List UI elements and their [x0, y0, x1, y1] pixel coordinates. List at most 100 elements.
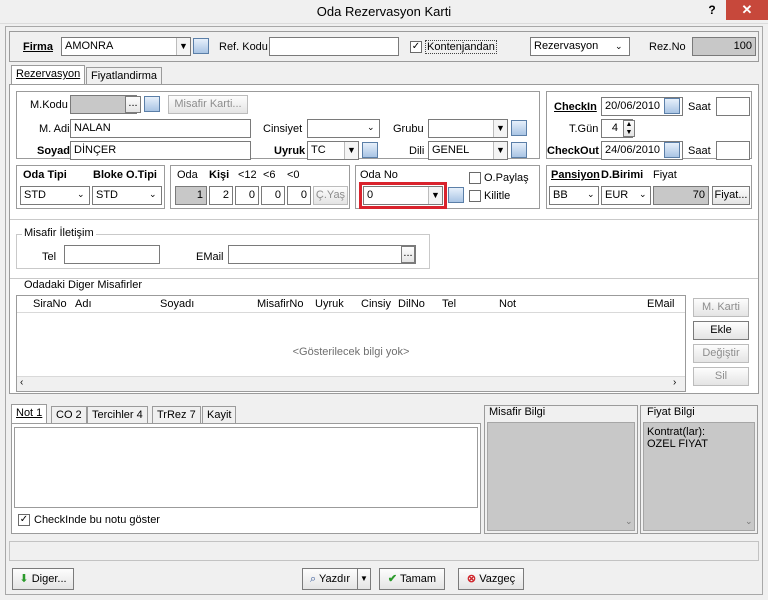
tab-kayit-label: Kayit: [207, 409, 232, 421]
oda-no-dropdown-icon[interactable]: ▼: [428, 187, 442, 204]
col-dilno[interactable]: DilNo: [398, 296, 425, 312]
note-textarea[interactable]: [14, 427, 478, 508]
col-tel[interactable]: Tel: [442, 296, 456, 312]
col-cinsiyet[interactable]: Cinsiy: [361, 296, 391, 312]
print-preview-icon: ⌕: [309, 573, 317, 585]
mkodu-ellipsis-button[interactable]: ...: [125, 96, 141, 113]
title-bar: Oda Rezervasyon Karti ? ✕: [0, 0, 768, 24]
email-ellipsis-button[interactable]: ...: [401, 246, 415, 263]
oda-no-lookup-icon[interactable]: [448, 187, 464, 203]
col-sirano[interactable]: SiraNo: [33, 296, 67, 312]
madi-label: M. Adi: [39, 123, 70, 135]
status-bar: [9, 541, 759, 561]
grubu-dropdown-icon[interactable]: ▼: [493, 120, 507, 137]
diger-button[interactable]: ⬇ Diger...: [12, 568, 74, 590]
ekle-button[interactable]: Ekle: [693, 321, 749, 340]
firma-field[interactable]: AMONRA: [61, 37, 191, 56]
vazgec-button[interactable]: ⊗ Vazgeç: [458, 568, 524, 590]
fiyat-button[interactable]: Fiyat...: [712, 186, 750, 205]
firma-dropdown-icon[interactable]: ▼: [176, 38, 190, 55]
close-button[interactable]: ✕: [726, 0, 768, 20]
contact-section-label: Misafir İletişim: [22, 227, 96, 239]
checkout-calendar-icon[interactable]: [664, 142, 680, 158]
misafir-karti-button[interactable]: Misafir Karti...: [168, 95, 248, 114]
oda-tipi-label: Oda Tipi: [23, 169, 67, 181]
oda-label: Oda: [177, 169, 198, 181]
help-button[interactable]: ?: [700, 0, 724, 22]
mkodu-lookup-icon[interactable]: [144, 96, 160, 112]
type-value: Rezervasyon: [534, 40, 599, 52]
tab-co[interactable]: CO 2: [51, 406, 87, 424]
col-uyruk[interactable]: Uyruk: [315, 296, 344, 312]
rez-no-field: 100: [692, 37, 756, 56]
col-email[interactable]: EMail: [647, 296, 675, 312]
yazdir-dropdown-icon[interactable]: ▼: [357, 568, 371, 590]
sil-button[interactable]: Sil: [693, 367, 749, 386]
dili-dropdown-icon[interactable]: ▼: [493, 142, 507, 159]
tab-co-label: CO 2: [56, 409, 82, 421]
misafir-bilgi-scroll-icon[interactable]: ⌄: [625, 516, 633, 527]
divider: [10, 219, 758, 220]
scroll-right-icon[interactable]: ›: [673, 377, 676, 388]
col-soyadi[interactable]: Soyadı: [160, 296, 194, 312]
saat2-input[interactable]: [716, 141, 750, 160]
tab-trrez[interactable]: TrRez 7: [152, 406, 201, 424]
kilitle-checkbox[interactable]: [469, 190, 481, 202]
yazdir-button[interactable]: ⌕ Yazdır: [302, 568, 358, 590]
saat2-label: Saat: [688, 145, 711, 157]
degistir-button[interactable]: Değiştir: [693, 344, 749, 363]
tgun-label: T.Gün: [569, 123, 599, 135]
checkin-calendar-icon[interactable]: [664, 98, 680, 114]
lt0-label: <0: [287, 169, 300, 181]
fiyat-bilgi-box: Kontrat(lar): OZEL FIYAT: [643, 422, 755, 531]
fiyat-bilgi-scroll-icon[interactable]: ⌄: [745, 516, 753, 527]
tgun-spinner-icon[interactable]: ▲ ▼: [623, 120, 635, 137]
ref-kodu-input[interactable]: [269, 37, 399, 56]
email-input[interactable]: [228, 245, 416, 264]
tab-rezervasyon-label: Rezervasyon: [16, 68, 81, 80]
soyadi-input[interactable]: DİNÇER: [70, 141, 251, 160]
uyruk-lookup-icon[interactable]: [362, 142, 378, 158]
tab-rezervasyon[interactable]: Rezervasyon: [11, 65, 86, 85]
bloke-label: Bloke O.Tipi: [93, 169, 157, 181]
kisi-input[interactable]: 2: [209, 186, 233, 205]
cinsiyet-chevron-icon: ⌄: [367, 122, 375, 132]
soyadi-label: Soyadi: [37, 145, 74, 157]
firma-lookup-icon[interactable]: [193, 38, 209, 54]
uyruk-dropdown-icon[interactable]: ▼: [344, 142, 358, 159]
show-note-checkbox[interactable]: ✓: [18, 514, 30, 526]
others-grid[interactable]: SiraNo Adı Soyadı MisafirNo Uyruk Cinsiy…: [16, 295, 686, 392]
dili-lookup-icon[interactable]: [511, 142, 527, 158]
tel-input[interactable]: [64, 245, 160, 264]
show-note-label: CheckInde bu notu göster: [34, 514, 160, 526]
misafir-bilgi-label: Misafir Bilgi: [489, 406, 546, 418]
grid-hscrollbar[interactable]: ‹ ›: [17, 376, 685, 391]
col-not[interactable]: Not: [499, 296, 516, 312]
cyas-button[interactable]: Ç.Yaş: [313, 186, 348, 205]
tab-not[interactable]: Not 1: [11, 404, 48, 424]
madi-input[interactable]: NALAN: [70, 119, 251, 138]
opaylas-checkbox[interactable]: [469, 172, 481, 184]
dbirimi-chevron-icon: ⌄: [639, 189, 647, 199]
tab-trrez-label: TrRez 7: [157, 409, 196, 421]
mkarti-button[interactable]: M. Karti: [693, 298, 749, 317]
col-misafirno[interactable]: MisafirNo: [257, 296, 303, 312]
type-chevron-icon: ⌄: [615, 41, 623, 51]
tab-kayit[interactable]: Kayit: [202, 406, 237, 424]
tab-tercihler[interactable]: Tercihler 4: [87, 406, 148, 424]
col-adi[interactable]: Adı: [75, 296, 92, 312]
kontenjandan-checkbox[interactable]: ✓: [410, 41, 422, 53]
lt6-input[interactable]: 0: [261, 186, 285, 205]
tab-fiyatlandirma[interactable]: Fiyatlandirma: [86, 67, 163, 85]
lt0-input[interactable]: 0: [287, 186, 311, 205]
saat1-input[interactable]: [716, 97, 750, 116]
lt12-input[interactable]: 0: [235, 186, 259, 205]
mkodu-label: M.Kodu: [30, 99, 68, 111]
fiyat-bilgi-line1: Kontrat(lar):: [647, 426, 706, 438]
tab-not-label: Not 1: [16, 407, 43, 419]
scroll-left-icon[interactable]: ‹: [20, 377, 23, 388]
grubu-lookup-icon[interactable]: [511, 120, 527, 136]
dialog-client: Firma AMONRA ▼ Ref. Kodu ✓ Kontenjandan …: [5, 26, 763, 595]
oda-no-group: Oda No 0 ▼ O.Paylaş Kilitle: [355, 165, 540, 209]
tamam-button[interactable]: ✔ Tamam: [379, 568, 445, 590]
